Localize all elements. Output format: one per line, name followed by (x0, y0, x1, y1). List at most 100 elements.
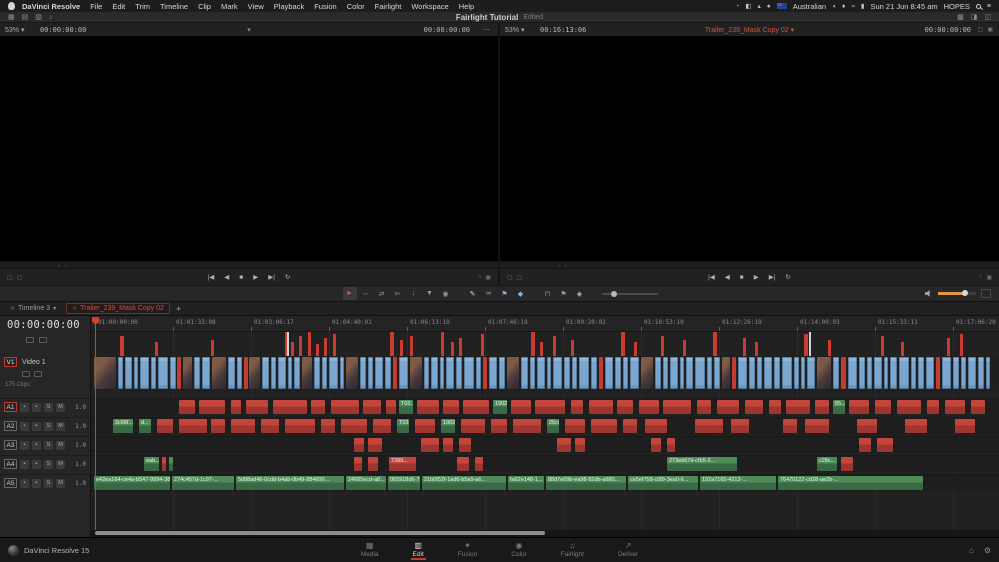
audio-clip[interactable] (717, 400, 739, 414)
timeline-zoom-slider[interactable] (601, 290, 658, 297)
track-mute-button[interactable]: M (56, 478, 65, 488)
audio-clip[interactable]: eab... (144, 457, 159, 471)
audio-clip[interactable] (769, 400, 781, 414)
track-record-arm-button[interactable]: ▪ (32, 478, 41, 488)
input-language-label[interactable]: Australian (793, 2, 826, 11)
audio-clip[interactable] (415, 419, 435, 433)
battery-icon[interactable]: ▮ (861, 2, 865, 10)
timeline-marker[interactable] (333, 334, 336, 356)
video-clip[interactable] (244, 357, 248, 389)
timeline-horizontal-scrollbar[interactable] (91, 530, 999, 537)
audio-clip[interactable] (535, 400, 565, 414)
audio-clip[interactable] (373, 419, 391, 433)
timeline-marker[interactable] (571, 340, 574, 356)
audio-clip[interactable] (623, 419, 637, 433)
video-clip[interactable] (686, 357, 693, 389)
audio-clip[interactable] (321, 419, 335, 433)
video-clip[interactable] (375, 357, 383, 389)
audio-clip[interactable] (261, 419, 279, 433)
video-clip[interactable] (695, 357, 705, 389)
audio-clip[interactable] (157, 419, 173, 433)
track-solo-button[interactable]: S (44, 402, 53, 412)
video-clip[interactable] (393, 357, 397, 389)
play-button[interactable]: ▶ (754, 273, 759, 281)
menubar-clock[interactable]: Sun 21 Jun 8:45 am (871, 2, 938, 11)
timeline-ruler[interactable]: 01:00:00:00 01:01:33:08 01:03:06:17 01:04:4… (91, 316, 999, 332)
volume-handle[interactable] (962, 290, 969, 296)
audio-clip[interactable] (571, 400, 583, 414)
timeline-marker[interactable] (410, 336, 413, 356)
audio-clip[interactable] (786, 400, 810, 414)
video-clip[interactable] (867, 357, 872, 389)
viewer-grid-icon[interactable]: ▣ (485, 274, 491, 281)
video-clip[interactable] (183, 357, 192, 389)
audio-clip[interactable] (354, 438, 364, 452)
timeline-marker[interactable] (634, 342, 637, 356)
step-forward-button[interactable]: ▶| (769, 273, 776, 281)
audio-clip[interactable]: 26c0... (547, 419, 559, 433)
menu-item-color[interactable]: Color (342, 2, 370, 11)
timeline-marker[interactable] (120, 336, 124, 356)
audio-clip[interactable]: 1902... (493, 400, 507, 414)
audio-clip[interactable] (927, 400, 939, 414)
fullscreen-icon[interactable]: ▣ (987, 26, 993, 33)
audio-clip[interactable] (311, 400, 325, 414)
video-clip[interactable] (978, 357, 984, 389)
audio-clip[interactable] (565, 419, 585, 433)
video-clip[interactable] (489, 357, 497, 389)
video-clip[interactable] (630, 357, 639, 389)
expand-icon[interactable]: ▢ (978, 26, 984, 33)
dropbox-icon[interactable]: ▴ (758, 2, 761, 10)
media-pool-icon[interactable]: ▦ (8, 13, 15, 21)
video-clip[interactable] (322, 357, 327, 389)
audio-clip[interactable] (805, 419, 829, 433)
time-machine-icon[interactable]: ◔ (735, 3, 739, 10)
replace-clip-button[interactable]: ◉ (439, 287, 453, 300)
audio-clip[interactable] (955, 419, 975, 433)
track-badge-a5[interactable]: A5 (4, 478, 17, 488)
video-clip[interactable] (911, 357, 916, 389)
audio-clip[interactable] (513, 419, 541, 433)
video-clip[interactable] (530, 357, 535, 389)
step-forward-button[interactable]: ▶| (268, 273, 275, 281)
audio-clip[interactable]: 21b0f52f-1ad6-b5a9-a6... (422, 476, 506, 490)
audio-clip[interactable]: 7389... (389, 457, 416, 471)
video-clip[interactable] (278, 357, 286, 389)
project-settings-icon[interactable]: ⚙ (984, 546, 991, 555)
audio-clip[interactable]: fa62e148-1... (508, 476, 544, 490)
audio-clip[interactable] (875, 400, 891, 414)
audio-clip[interactable] (663, 400, 691, 414)
menu-item-edit[interactable]: Edit (107, 2, 130, 11)
inspector-icon[interactable]: ◫ (984, 13, 991, 21)
video-clip[interactable] (591, 357, 597, 389)
menu-item-clip[interactable]: Clip (193, 2, 216, 11)
stop-button[interactable]: ■ (740, 274, 744, 281)
audio-clip[interactable] (199, 400, 225, 414)
video-clip[interactable] (623, 357, 628, 389)
track-lock-button[interactable]: • (20, 421, 29, 431)
video-clip[interactable] (968, 357, 976, 389)
timeline-tab-1[interactable]: ✕ Timeline 3 ▾ (4, 303, 62, 314)
timeline-marker[interactable] (947, 338, 950, 356)
track-badge-a4[interactable]: A4 (4, 459, 17, 469)
volume-icon[interactable]: ◖ (832, 3, 836, 10)
track-record-arm-button[interactable]: ▪ (32, 402, 41, 412)
audio-clip[interactable] (645, 419, 667, 433)
track-mute-button[interactable]: M (56, 421, 65, 431)
bluetooth-icon[interactable]: ♦ (842, 3, 845, 10)
audio-clip[interactable] (443, 438, 453, 452)
dynamic-trim-mode-tool[interactable]: ⇄ (375, 287, 389, 300)
video-clip[interactable] (194, 357, 200, 389)
source-scrub-bar[interactable]: ‹ › (0, 261, 498, 269)
audio-clip[interactable] (971, 400, 985, 414)
track-badge-a1[interactable]: A1 (4, 402, 17, 412)
timeline-marker[interactable] (481, 334, 484, 356)
pen-keyframe-tool[interactable]: ✎ (466, 287, 480, 300)
track-solo-button[interactable]: S (44, 459, 53, 469)
timeline-marker[interactable] (683, 340, 686, 356)
close-tab-icon[interactable]: ✕ (72, 305, 77, 312)
snapping-toggle[interactable]: ⊓ (541, 287, 555, 300)
video-clip[interactable] (722, 357, 730, 389)
track-mute-button[interactable]: M (56, 440, 65, 450)
edit-index-icon[interactable]: ▥ (35, 13, 42, 21)
